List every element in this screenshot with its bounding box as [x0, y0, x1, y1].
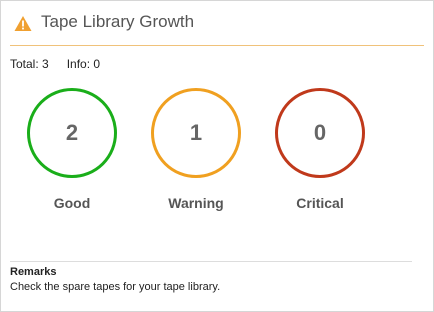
good-circle[interactable]: 2 [27, 88, 117, 178]
stat-warning[interactable]: 1 Warning [141, 88, 251, 211]
warning-circle[interactable]: 1 [151, 88, 241, 178]
remarks-divider [10, 261, 412, 262]
widget-title: Tape Library Growth [41, 12, 195, 31]
stat-good[interactable]: 2 Good [17, 88, 127, 211]
remarks-text: Check the spare tapes for your tape libr… [10, 281, 221, 293]
total-count: Total: 3 [10, 57, 49, 71]
critical-label: Critical [296, 195, 344, 211]
info-count: Info: 0 [66, 57, 101, 71]
summary-counts: Total: 3 Info: 0 [10, 57, 100, 71]
good-label: Good [53, 195, 91, 211]
warning-label: Warning [168, 195, 224, 211]
warning-triangle-icon [14, 16, 32, 31]
critical-circle[interactable]: 0 [275, 88, 365, 178]
tape-library-growth-widget: Tape Library Growth Total: 3 Info: 0 2 Go… [0, 0, 434, 312]
widget-header: Tape Library Growth [10, 1, 424, 46]
stat-critical[interactable]: 0 Critical [265, 88, 375, 211]
remarks-title: Remarks [10, 266, 57, 278]
